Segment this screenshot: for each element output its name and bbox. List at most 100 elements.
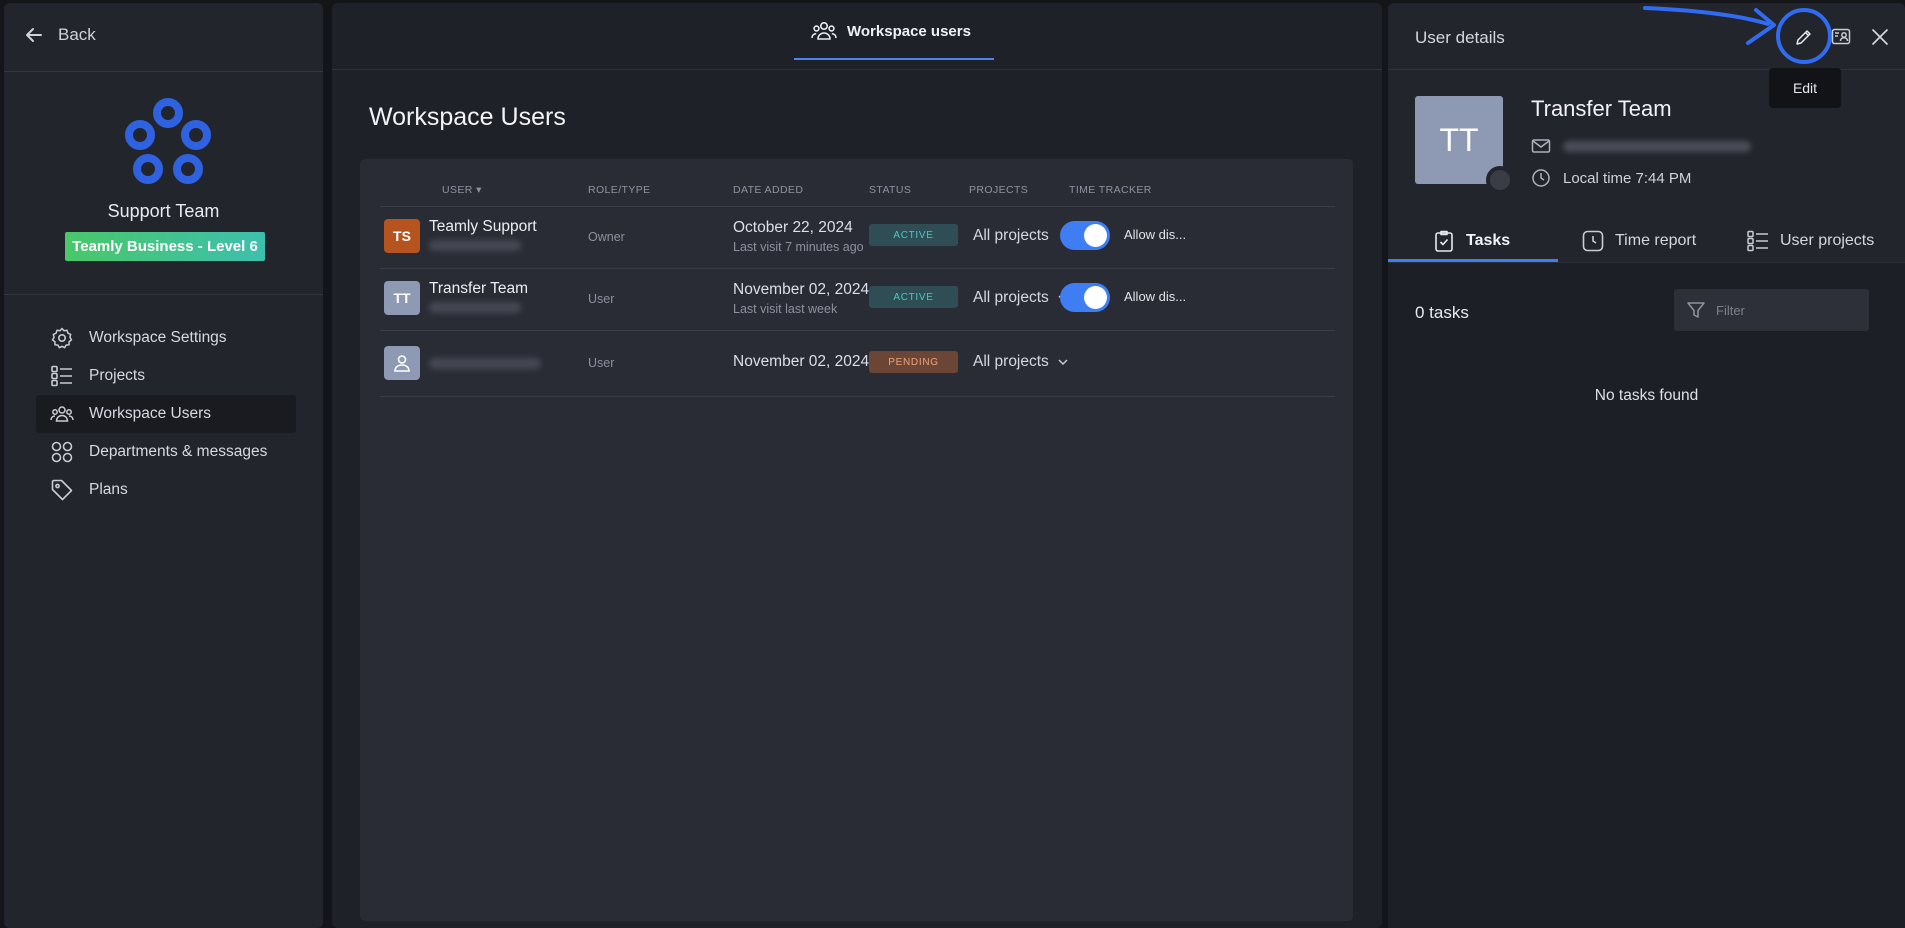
nav-item-workspace-users[interactable]: Workspace Users (36, 395, 296, 433)
list-icon (51, 365, 72, 387)
column-header-user[interactable]: USER ▾ (442, 184, 482, 196)
edit-tooltip: Edit (1769, 68, 1841, 108)
edit-button[interactable] (1790, 23, 1818, 51)
date-added: November 02, 2024 (733, 353, 870, 370)
chevron-down-icon (1058, 359, 1068, 366)
team-logo (125, 98, 211, 184)
column-header-date: DATE ADDED (733, 184, 804, 196)
users-icon (50, 406, 74, 422)
tab-active-indicator (1388, 259, 1558, 262)
tab-user-projects[interactable]: User projects (1746, 216, 1874, 266)
back-label: Back (58, 25, 96, 44)
local-time: Local time 7:44 PM (1531, 168, 1691, 188)
divider (4, 71, 323, 72)
user-name: Transfer Team (1531, 96, 1672, 121)
settings-sidebar: Back Support Team Teamly Business - Leve… (4, 3, 323, 928)
tab-workspace-users[interactable]: Workspace users (811, 20, 971, 42)
avatar: TT (384, 281, 420, 315)
time-tracker-toggle[interactable] (1060, 221, 1110, 250)
close-icon (1872, 29, 1888, 45)
last-visit: Last visit last week (733, 302, 838, 316)
email-redacted (1563, 140, 1751, 152)
tab-label: Workspace users (847, 22, 971, 40)
contact-card-button[interactable] (1828, 23, 1856, 51)
last-visit: Last visit 7 minutes ago (733, 240, 864, 254)
time-tracker-label: Allow dis... (1124, 289, 1187, 304)
time-tracker-toggle[interactable] (1060, 283, 1110, 312)
avatar: TS (384, 219, 420, 253)
nav-label: Projects (89, 367, 145, 384)
tab-active-indicator (794, 58, 994, 60)
tab-time-report[interactable]: Time report (1581, 216, 1696, 266)
user-email-redacted (429, 240, 521, 251)
user-role: User (588, 292, 615, 306)
divider (380, 268, 1335, 269)
user-placeholder-icon (394, 355, 410, 372)
empty-state: No tasks found (1594, 387, 1699, 404)
tasks-content: 0 tasks Filter No tasks found (1388, 263, 1905, 928)
clipboard-check-icon (1435, 230, 1453, 252)
plan-badge: Teamly Business - Level 6 (65, 232, 265, 261)
presence-indicator (1486, 166, 1514, 194)
close-button[interactable] (1866, 23, 1894, 51)
projects-dropdown[interactable]: All projects (973, 289, 1069, 307)
nav-label: Plans (89, 481, 128, 498)
tag-icon (51, 479, 73, 501)
workspace-users-panel: Workspace users Workspace Users USER ▾ R… (332, 3, 1382, 928)
arrow-left-icon (26, 28, 42, 42)
clock-icon (1582, 230, 1604, 252)
date-added: November 02, 2024 (733, 281, 870, 298)
column-header-role: ROLE/TYPE (588, 184, 651, 196)
user-email-redacted (429, 358, 541, 369)
divider (380, 330, 1335, 331)
pencil-icon (1796, 30, 1811, 45)
divider (380, 206, 1335, 207)
time-tracker-label: Allow dis... (1124, 227, 1187, 242)
column-header-projects: PROJECTS (969, 184, 1029, 196)
clock-icon (1532, 169, 1550, 187)
status-badge: PENDING (869, 351, 958, 373)
team-name: Support Team (107, 201, 220, 221)
settings-nav: Workspace Settings Projects Workspace Us… (36, 319, 296, 509)
date-added: October 22, 2024 (733, 219, 853, 236)
panel-title: User details (1415, 28, 1505, 47)
users-icon (811, 21, 837, 40)
divider (380, 396, 1335, 397)
nav-label: Departments & messages (89, 443, 268, 460)
user-email (1531, 136, 1751, 156)
nav-label: Workspace Settings (89, 329, 227, 346)
sort-icon: ▾ (476, 184, 482, 196)
users-table: USER ▾ ROLE/TYPE DATE ADDED STATUS PROJE… (360, 159, 1353, 921)
grid-icon (51, 441, 73, 463)
nav-item-plans[interactable]: Plans (36, 471, 296, 509)
nav-item-projects[interactable]: Projects (36, 357, 296, 395)
filter-icon (1687, 302, 1705, 318)
task-count: 0 tasks (1415, 303, 1469, 322)
mail-icon (1531, 139, 1551, 153)
column-header-time-tracker: TIME TRACKER (1069, 184, 1152, 196)
divider (4, 294, 323, 295)
back-button[interactable]: Back (24, 25, 96, 45)
user-email-redacted (429, 302, 521, 313)
divider (332, 69, 1382, 70)
user-name: Teamly Support (429, 218, 537, 235)
nav-item-departments[interactable]: Departments & messages (36, 433, 296, 471)
contact-card-icon (1831, 28, 1851, 45)
nav-label: Workspace Users (89, 405, 212, 422)
annotation-arrow (1643, 6, 1776, 45)
nav-item-workspace-settings[interactable]: Workspace Settings (36, 319, 296, 357)
user-role: Owner (588, 230, 625, 244)
list-icon (1747, 230, 1768, 252)
avatar (384, 346, 420, 380)
projects-dropdown[interactable]: All projects (973, 353, 1069, 371)
status-badge: ACTIVE (869, 286, 958, 308)
user-name: Transfer Team (429, 280, 529, 297)
gear-icon (51, 327, 73, 349)
projects-value: All projects (973, 227, 1049, 244)
status-badge: ACTIVE (869, 224, 958, 246)
page-title: Workspace Users (369, 103, 566, 131)
user-role: User (588, 356, 615, 370)
column-header-status: STATUS (869, 184, 912, 196)
user-details-panel: User details TT Transfer Team Local time… (1388, 3, 1905, 928)
filter-input[interactable]: Filter (1674, 289, 1869, 331)
